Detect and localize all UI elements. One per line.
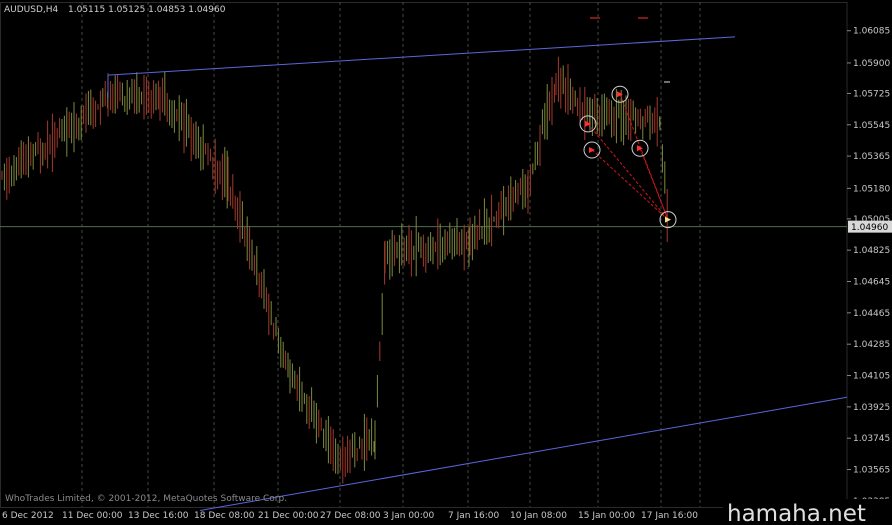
price-axis: 1.06085 1.05900 1.05725 1.05545 1.05365 1.051… <box>847 27 892 507</box>
y-tick-label: 1.04825 <box>853 246 890 256</box>
x-tick-label: 17 Jan 16:00 <box>641 511 698 521</box>
ohlc-values: 1.05115 1.05125 1.04853 1.04960 <box>68 5 226 15</box>
trendline-2[interactable] <box>199 396 848 511</box>
x-tick-label: 6 Dec 2012 <box>2 511 54 521</box>
signal-arrow-icon[interactable] <box>617 91 623 98</box>
x-tick-label: 27 Dec 08:00 <box>320 511 381 521</box>
price-chart[interactable]: 1.06085 1.05900 1.05725 1.05545 1.05365 1.051… <box>0 0 892 525</box>
x-tick-label: 7 Jan 16:00 <box>448 511 500 521</box>
y-tick-label: 1.03565 <box>853 466 890 476</box>
trade-link <box>591 149 669 221</box>
y-tick-label: 1.06085 <box>853 27 890 37</box>
current-price-label: 1.04960 <box>851 223 888 233</box>
trendline-1[interactable] <box>107 36 736 76</box>
symbol-label: AUDUSD,H4 <box>4 5 59 15</box>
y-tick-label: 1.04105 <box>853 372 890 382</box>
x-tick-label: 11 Dec 00:00 <box>62 511 123 521</box>
x-tick-label: 15 Jan 00:00 <box>578 511 635 521</box>
y-tick-label: 1.05180 <box>853 184 890 194</box>
y-tick-label: 1.05365 <box>853 152 890 162</box>
watermark-logo: hamaha.net <box>727 501 866 525</box>
y-tick-label: 1.04465 <box>853 309 890 319</box>
y-tick-label: 1.04645 <box>853 277 890 287</box>
trendlines <box>107 36 848 511</box>
y-tick-label: 1.05900 <box>853 59 890 69</box>
y-tick-label: 1.05725 <box>853 89 890 99</box>
y-tick-label: 1.05545 <box>853 121 890 131</box>
x-tick-label: 10 Jan 08:00 <box>510 511 567 521</box>
signal-arrow-icon[interactable] <box>665 216 671 223</box>
y-tick-label: 1.03925 <box>853 403 890 413</box>
x-tick-label: 3 Jan 00:00 <box>383 511 435 521</box>
candles <box>1 56 668 484</box>
x-tick-label: 21 Dec 00:00 <box>258 511 319 521</box>
copyright-text: WhoTrades Limited, © 2001-2012, MetaQuot… <box>5 494 287 504</box>
x-tick-label: 13 Dec 16:00 <box>128 511 189 521</box>
x-tick-label: 18 Dec 08:00 <box>194 511 255 521</box>
y-tick-label: 1.04285 <box>853 340 890 350</box>
time-axis: 6 Dec 2012 11 Dec 00:00 13 Dec 16:00 18 Dec… <box>2 511 698 521</box>
chart-window: 1.06085 1.05900 1.05725 1.05545 1.05365 1.051… <box>0 0 892 525</box>
y-tick-label: 1.03745 <box>853 434 890 444</box>
